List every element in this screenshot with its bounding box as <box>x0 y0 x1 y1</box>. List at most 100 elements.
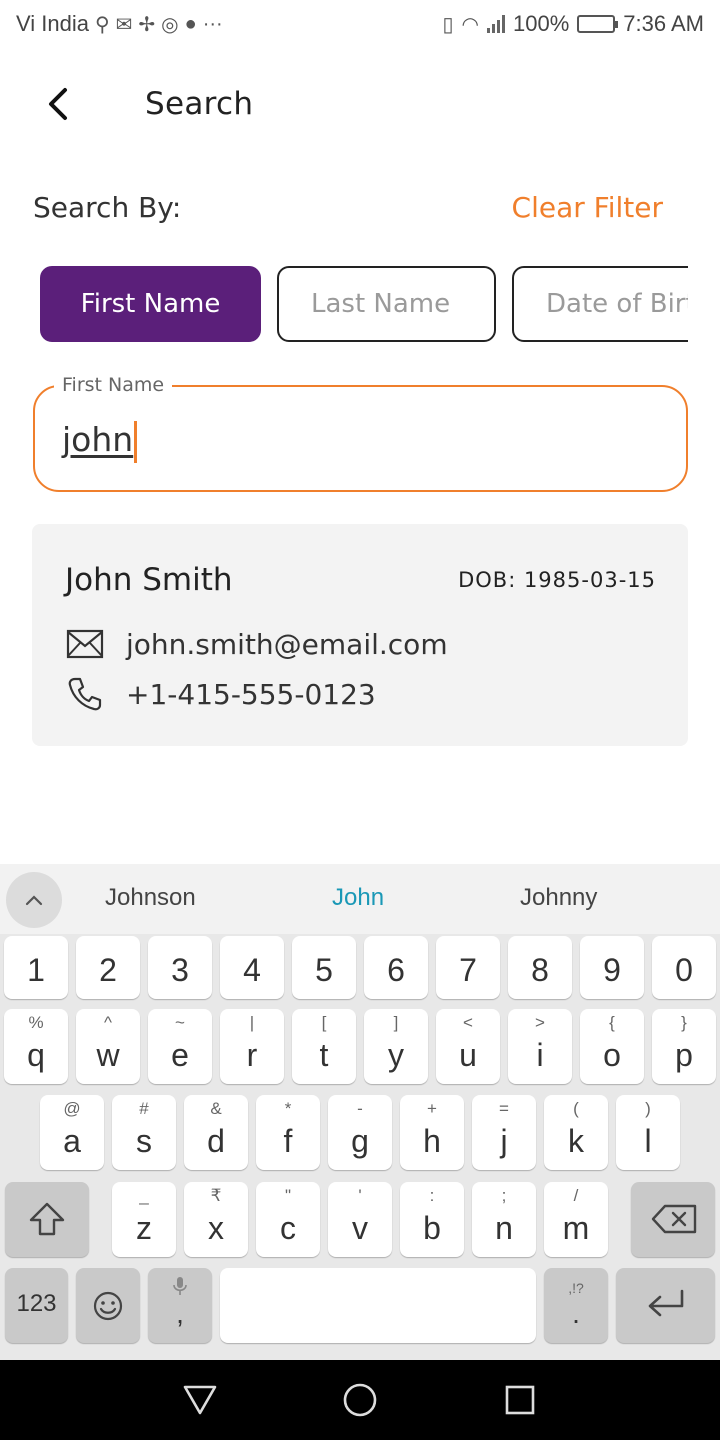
key-x-label: x <box>208 1210 224 1246</box>
key-p-sub: } <box>681 1013 687 1032</box>
key-0-label: 0 <box>675 952 693 988</box>
wifi-icon: ◠ <box>461 13 479 36</box>
chip-last-name[interactable]: Last Name <box>277 266 496 342</box>
carrier-name: Vi India <box>16 11 89 36</box>
key-4[interactable]: 4 <box>220 936 284 999</box>
emoji-key[interactable] <box>76 1268 140 1343</box>
key-3-label: 3 <box>171 952 189 988</box>
key-v-label: v <box>352 1210 368 1246</box>
key-q[interactable]: % q <box>4 1009 68 1084</box>
key-s-label: s <box>136 1123 152 1159</box>
key-a[interactable]: @ a <box>40 1095 104 1170</box>
key-q-label: q <box>27 1037 45 1073</box>
key-m-sub: / <box>573 1186 579 1205</box>
key-i[interactable]: > i <box>508 1009 572 1084</box>
key-j-sub: = <box>499 1099 509 1118</box>
key-n[interactable]: ; n <box>472 1182 536 1257</box>
chip-first-name[interactable]: First Name <box>40 266 261 342</box>
chip-date-of-birth[interactable]: Date of Birth <box>512 266 688 342</box>
key-w[interactable]: ^ w <box>76 1009 140 1084</box>
clock: 7:36 AM <box>623 11 704 36</box>
key-r[interactable]: | r <box>220 1009 284 1084</box>
key-b[interactable]: :b <box>400 1182 464 1257</box>
key-u[interactable]: < u <box>436 1009 500 1084</box>
nav-recents-button[interactable] <box>498 1378 542 1422</box>
clear-filter-button[interactable]: Clear Filter <box>512 191 663 224</box>
result-card[interactable]: John Smith DOB: 1985-03-15 john.smith@em… <box>32 524 688 746</box>
key-q-sub: % <box>28 1013 44 1032</box>
key-l-label: l <box>644 1123 652 1159</box>
key-e[interactable]: ~ e <box>148 1009 212 1084</box>
result-dob: DOB: 1985-03-15 <box>458 568 656 592</box>
key-0[interactable]: 0 <box>652 936 716 999</box>
instagram-icon: ◎ <box>161 13 179 36</box>
key-3[interactable]: 3 <box>148 936 212 999</box>
chevron-up-icon <box>25 895 43 906</box>
suggestion-3[interactable]: Johnny <box>520 884 597 912</box>
result-name: John Smith <box>65 562 233 598</box>
key-a-label: a <box>63 1123 81 1159</box>
key-s[interactable]: # s <box>112 1095 176 1170</box>
numbers-key[interactable]: 123 <box>5 1268 68 1343</box>
key-o[interactable]: {o <box>580 1009 644 1084</box>
suggestion-1[interactable]: Johnson <box>105 884 196 912</box>
square-recents-icon <box>505 1385 535 1415</box>
key-h[interactable]: + h <box>400 1095 464 1170</box>
key-p[interactable]: } p <box>652 1009 716 1084</box>
key-2[interactable]: 2 <box>76 936 140 999</box>
comma-key[interactable]: , <box>148 1268 212 1343</box>
key-9[interactable]: 9 <box>580 936 644 999</box>
key-z[interactable]: _ z <box>112 1182 176 1257</box>
navigation-bar <box>0 1360 720 1440</box>
key-p-label: p <box>675 1037 693 1073</box>
shift-key[interactable] <box>5 1182 89 1257</box>
result-email-row: john.smith@email.com <box>65 624 448 664</box>
key-v[interactable]: ' v <box>328 1182 392 1257</box>
key-k[interactable]: (k <box>544 1095 608 1170</box>
key-7[interactable]: 7 <box>436 936 500 999</box>
key-1[interactable]: 1 <box>4 936 68 999</box>
key-l[interactable]: ) l <box>616 1095 680 1170</box>
key-s-sub: # <box>139 1099 149 1118</box>
key-j[interactable]: = j <box>472 1095 536 1170</box>
key-g[interactable]: -g <box>328 1095 392 1170</box>
key-x[interactable]: ₹ x <box>184 1182 248 1257</box>
key-z-sub: _ <box>139 1186 149 1205</box>
period-key[interactable]: ,!? . <box>544 1268 608 1343</box>
result-phone-row: +1-415-555-0123 <box>65 674 376 714</box>
key-y-sub: ] <box>393 1013 399 1032</box>
nav-home-button[interactable] <box>338 1378 382 1422</box>
enter-key[interactable] <box>616 1268 715 1343</box>
suggestion-2[interactable]: John <box>332 884 384 912</box>
back-button[interactable] <box>38 82 78 126</box>
key-g-sub: - <box>357 1099 363 1118</box>
backspace-icon <box>651 1204 697 1234</box>
key-6[interactable]: 6 <box>364 936 428 999</box>
numbers-key-label: 123 <box>16 1290 57 1317</box>
backspace-key[interactable] <box>631 1182 715 1257</box>
key-7-label: 7 <box>459 952 477 988</box>
key-8-label: 8 <box>531 952 549 988</box>
key-l-sub: ) <box>645 1099 651 1118</box>
key-f[interactable]: * f <box>256 1095 320 1170</box>
key-e-sub: ~ <box>175 1013 185 1032</box>
first-name-input[interactable]: john <box>62 420 138 463</box>
key-d[interactable]: & d <box>184 1095 248 1170</box>
key-t[interactable]: [t <box>292 1009 356 1084</box>
key-y[interactable]: ] y <box>364 1009 428 1084</box>
key-u-label: u <box>459 1037 477 1073</box>
key-m[interactable]: / m <box>544 1182 608 1257</box>
key-t-sub: [ <box>321 1013 327 1032</box>
nav-back-button[interactable] <box>178 1378 222 1422</box>
space-key[interactable] <box>220 1268 536 1343</box>
key-8[interactable]: 8 <box>508 936 572 999</box>
fan-icon: ✢ <box>138 13 156 36</box>
collapse-keyboard-button[interactable] <box>6 872 62 928</box>
page-title: Search <box>145 86 254 122</box>
key-c[interactable]: " c <box>256 1182 320 1257</box>
key-5[interactable]: 5 <box>292 936 356 999</box>
comma-key-label: , <box>176 1298 184 1329</box>
key-d-label: d <box>207 1123 225 1159</box>
key-w-sub: ^ <box>104 1013 112 1032</box>
key-x-sub: ₹ <box>210 1186 222 1205</box>
